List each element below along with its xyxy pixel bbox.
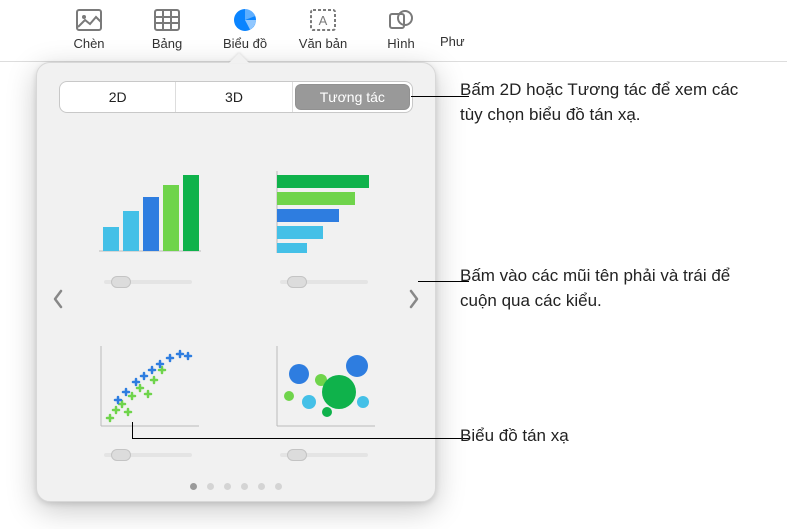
svg-text:A: A <box>319 13 328 28</box>
table-button[interactable]: Bảng <box>128 6 206 51</box>
tool-label: Hình <box>387 36 414 51</box>
text-icon: A <box>309 6 337 34</box>
tab-interactive[interactable]: Tương tác <box>295 84 410 110</box>
pager-dot[interactable] <box>258 483 265 490</box>
chart-icon <box>231 6 259 34</box>
pager-dot[interactable] <box>190 483 197 490</box>
chart-button[interactable]: Biểu đồ <box>206 6 284 51</box>
tool-label: Văn bản <box>299 36 347 51</box>
chevron-right-icon[interactable] <box>405 285 423 313</box>
pager-dot[interactable] <box>224 483 231 490</box>
table-icon <box>153 6 181 34</box>
slider-icon <box>104 276 192 288</box>
chart-popover: 2D 3D Tương tác <box>36 62 436 502</box>
insert-button[interactable]: Chèn <box>50 6 128 51</box>
slider-icon <box>280 449 368 461</box>
interactive-bar-chart[interactable] <box>251 133 397 296</box>
slider-icon <box>280 276 368 288</box>
media-button[interactable]: Phư <box>440 6 490 49</box>
callout-text: Bấm 2D hoặc Tương tác để xem các tùy chọ… <box>460 78 760 127</box>
tab-2d[interactable]: 2D <box>60 82 176 112</box>
callout-text: Bấm vào các mũi tên phải và trái để cuộn… <box>460 264 760 313</box>
toolbar: Chèn Bảng Biểu đồ A Văn bản Hình Phư <box>0 0 787 62</box>
pager-dot[interactable] <box>241 483 248 490</box>
interactive-column-chart[interactable] <box>75 133 221 296</box>
tool-label: Biểu đồ <box>223 36 267 51</box>
tool-label: Phư <box>440 34 465 49</box>
tool-label: Bảng <box>152 36 182 51</box>
chart-type-tabs: 2D 3D Tương tác <box>59 81 413 113</box>
tool-label: Chèn <box>73 36 104 51</box>
insert-icon <box>75 6 103 34</box>
chevron-left-icon[interactable] <box>49 285 67 313</box>
slider-icon <box>104 449 192 461</box>
shapes-button[interactable]: Hình <box>362 6 440 51</box>
callout-text: Biểu đồ tán xạ <box>460 424 569 449</box>
interactive-bubble-chart[interactable] <box>251 306 397 469</box>
pager-dot[interactable] <box>207 483 214 490</box>
shapes-icon <box>387 6 415 34</box>
interactive-scatter-chart[interactable] <box>75 306 221 469</box>
style-pager <box>53 483 419 490</box>
pager-dot[interactable] <box>275 483 282 490</box>
tab-3d[interactable]: 3D <box>176 82 292 112</box>
text-button[interactable]: A Văn bản <box>284 6 362 51</box>
